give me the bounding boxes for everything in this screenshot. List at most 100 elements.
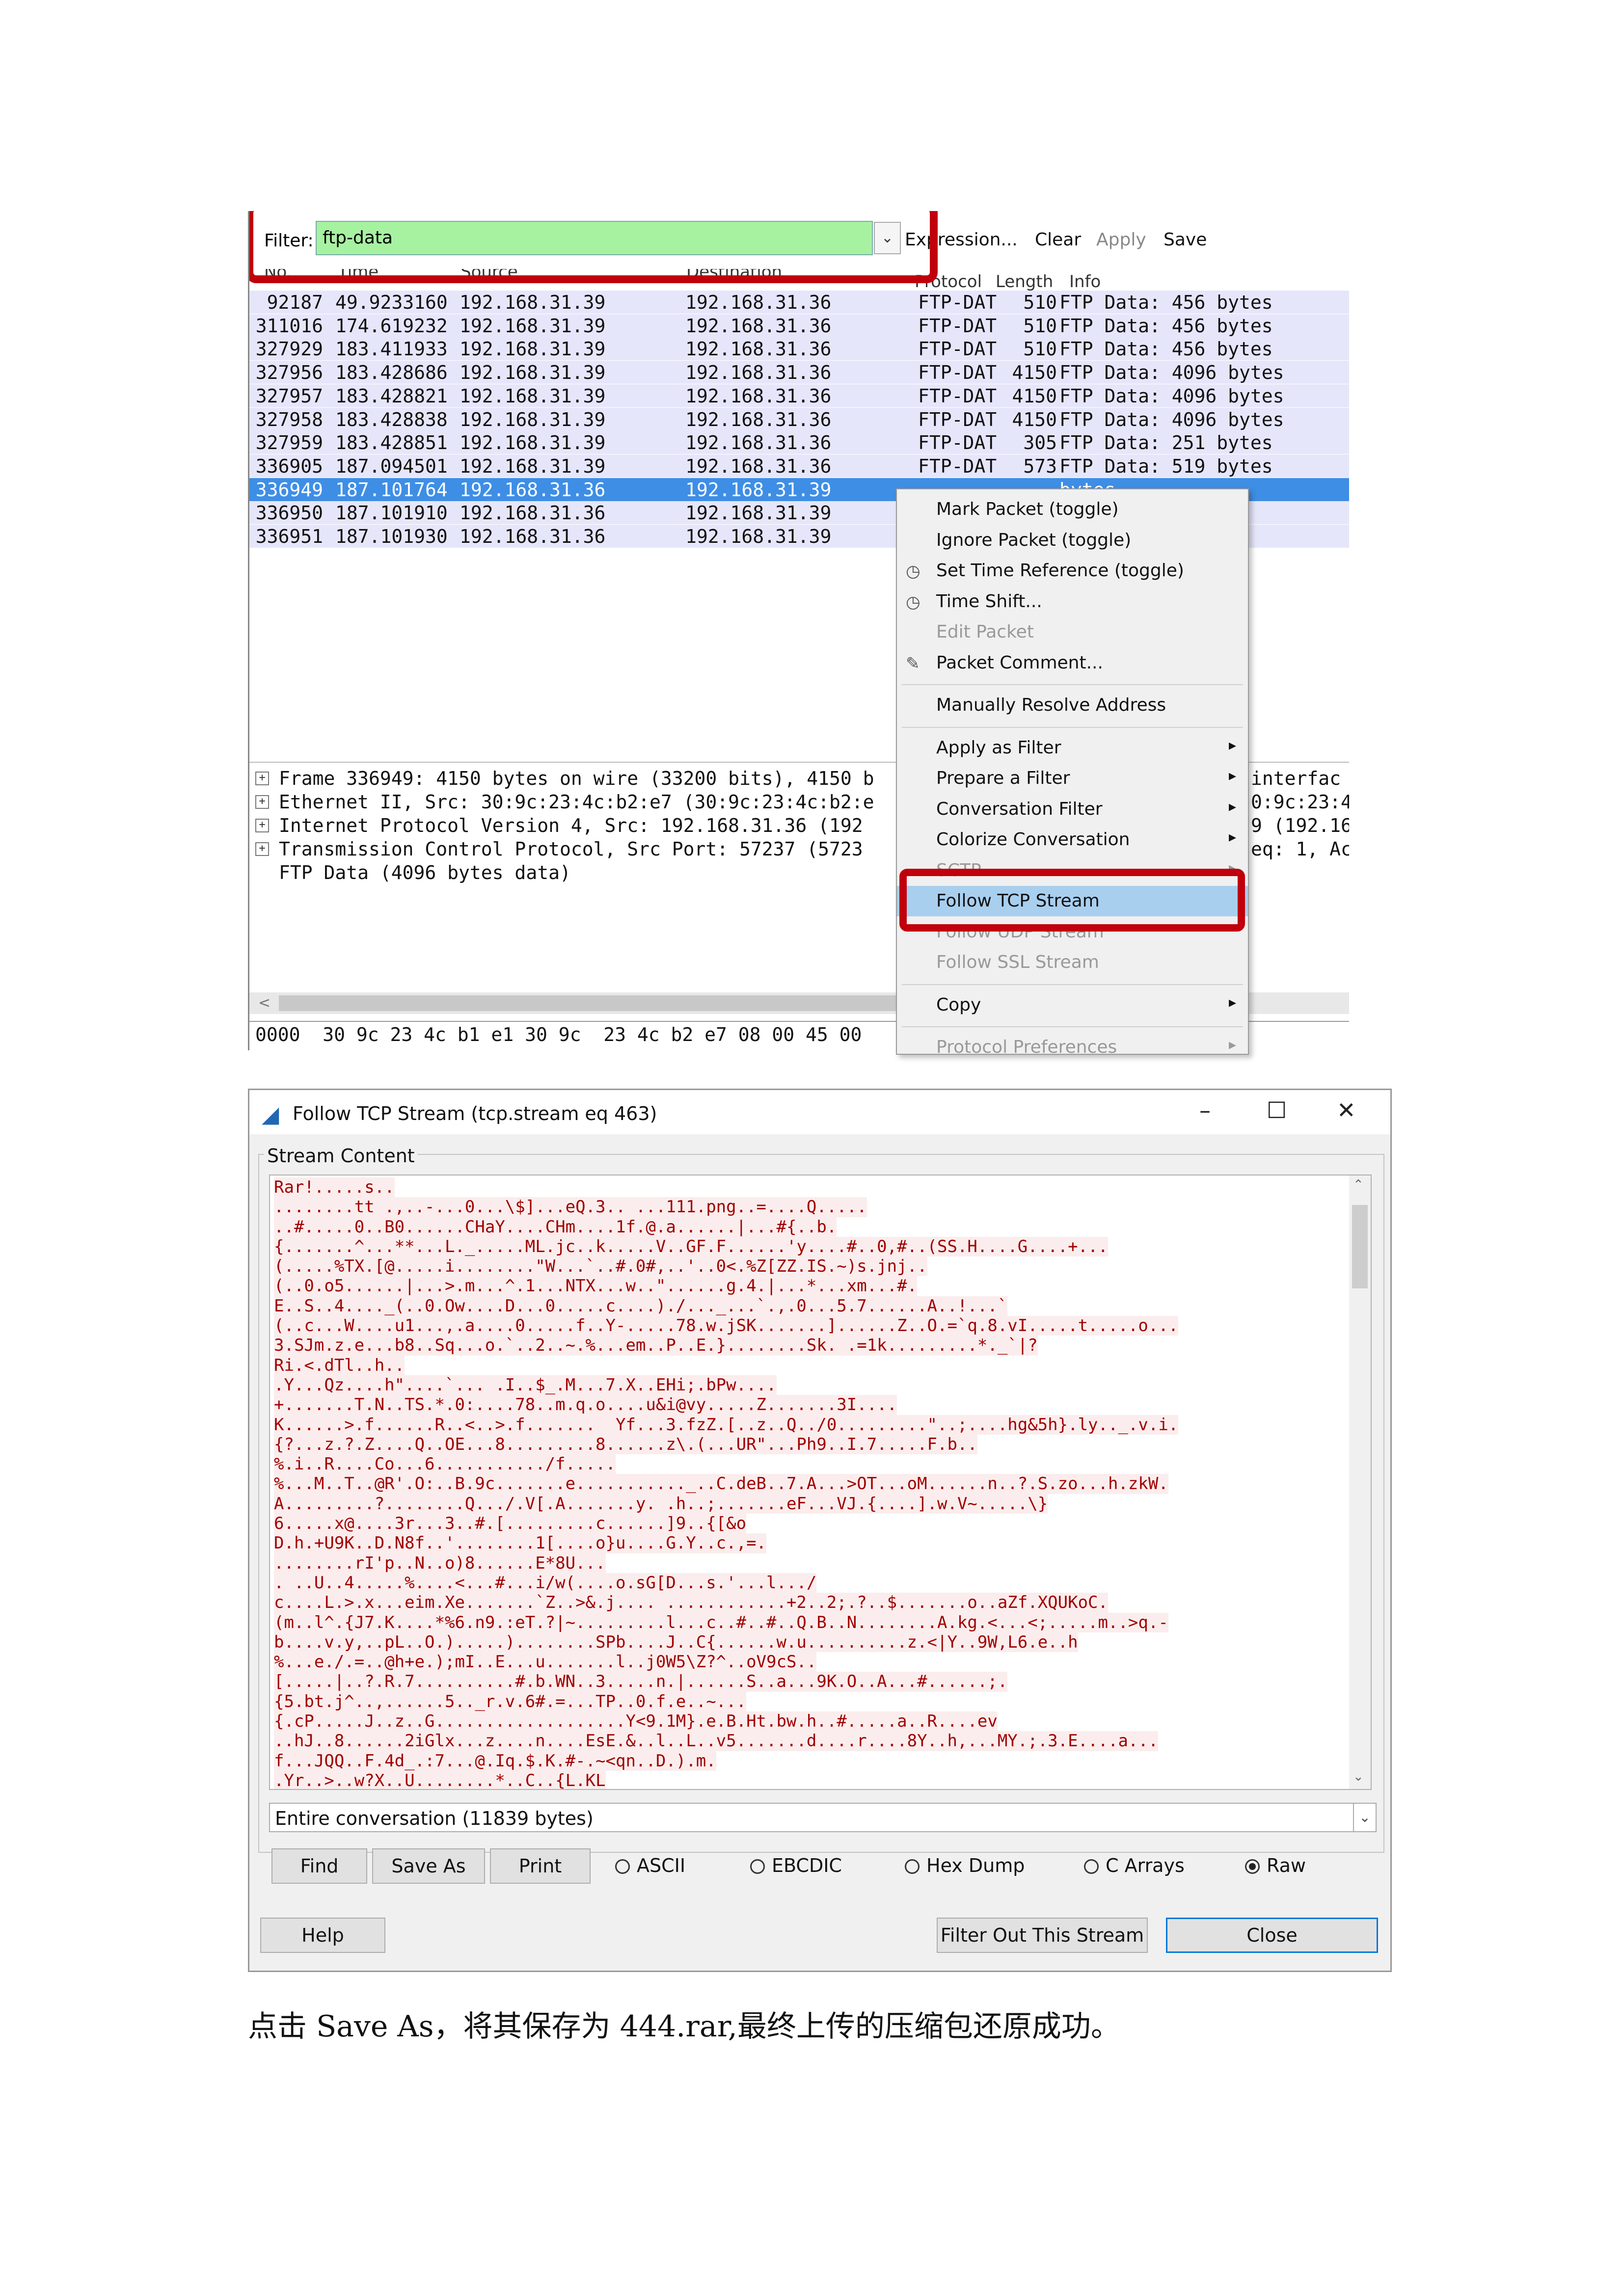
menu-item-follow-ssl-stream[interactable]: Follow SSL Stream [897, 947, 1248, 978]
stream-line: Rar!.....s.. [274, 1177, 395, 1198]
close-window-button[interactable]: ✕ [1337, 1097, 1356, 1123]
save-filter-button[interactable]: Save [1164, 230, 1207, 250]
packet-row[interactable]: 92187 49.9233160 192.168.31.39 192.168.31.3… [249, 291, 1349, 314]
packet-cell-dst: 192.168.31.36 [685, 385, 832, 407]
radio-raw[interactable]: Raw [1245, 1855, 1306, 1876]
radio-label: EBCDIC [772, 1855, 842, 1876]
save-as-button[interactable]: Save As [372, 1848, 485, 1884]
menu-item-mark-packet-toggle[interactable]: Mark Packet (toggle) [897, 494, 1248, 525]
maximize-button[interactable]: ☐ [1267, 1097, 1287, 1123]
expand-icon[interactable]: + [255, 795, 269, 809]
menu-item-conversation-filter[interactable]: Conversation Filter ▸ [897, 794, 1248, 825]
menu-item-label: Time Shift... [936, 591, 1042, 612]
packet-cell-no: 311016 [255, 315, 323, 337]
menu-item-protocol-preferences[interactable]: Protocol Preferences ▸ [897, 1032, 1248, 1054]
menu-item-copy[interactable]: Copy ▸ [897, 990, 1248, 1020]
document-caption: 点击 Save As，将其保存为 444.rar,最终上传的压缩包还原成功。 [248, 2009, 1120, 2044]
packet-cell-dst: 192.168.31.36 [685, 315, 832, 337]
radio-circle-icon[interactable] [1084, 1859, 1099, 1874]
menu-item-edit-packet[interactable]: Edit Packet [897, 617, 1248, 647]
packet-row[interactable]: 311016 174.619232 192.168.31.39 192.168.31.… [249, 314, 1349, 337]
radio-circle-icon[interactable] [905, 1859, 920, 1874]
apply-button[interactable]: Apply [1096, 230, 1146, 250]
packet-cell-src: 192.168.31.36 [460, 502, 606, 524]
packet-cell-no: 327959 [255, 432, 323, 454]
radio-label: C Arrays [1106, 1855, 1185, 1876]
chevron-up-icon[interactable]: ⌃ [1353, 1177, 1364, 1192]
menu-item-ignore-packet-toggle[interactable]: Ignore Packet (toggle) [897, 525, 1248, 556]
clear-button[interactable]: Clear [1035, 230, 1081, 250]
conversation-select[interactable]: Entire conversation (11839 bytes) [269, 1803, 1354, 1832]
packet-cell-info: FTP Data: 456 bytes [1059, 338, 1273, 360]
help-button[interactable]: Help [260, 1918, 385, 1953]
packet-cell-info: FTP Data: 456 bytes [1059, 292, 1273, 313]
packet-cell-dst: 192.168.31.36 [685, 338, 832, 360]
packet-cell-len: 510 [1023, 338, 1057, 360]
menu-item-packet-comment[interactable]: ✎ Packet Comment... [897, 648, 1248, 678]
packet-cell-src: 192.168.31.39 [460, 385, 606, 407]
chevron-down-icon: ⌄ [1359, 1809, 1371, 1825]
print-button[interactable]: Print [490, 1848, 591, 1884]
submenu-arrow-icon: ▸ [1228, 798, 1236, 815]
stream-line: ........tt .,..-...0...\$]...eQ.3.. ...1… [274, 1197, 867, 1217]
packet-row[interactable]: 327958 183.428838 192.168.31.39 192.168.31.… [249, 407, 1349, 431]
packet-cell-src: 192.168.31.39 [460, 292, 606, 313]
filter-out-stream-button[interactable]: Filter Out This Stream [937, 1918, 1148, 1953]
radio-ebcdic[interactable]: EBCDIC [750, 1855, 842, 1876]
packet-cell-no: 327929 [255, 338, 323, 360]
scrollbar-thumb[interactable] [279, 995, 917, 1011]
radio-circle-icon[interactable] [615, 1859, 630, 1874]
radio-circle-icon[interactable] [750, 1859, 765, 1874]
minimize-button[interactable]: – [1199, 1097, 1211, 1123]
menu-item-prepare-a-filter[interactable]: Prepare a Filter ▸ [897, 763, 1248, 794]
detail-text-tail: 9 (192.16 [1251, 815, 1349, 836]
expand-icon[interactable]: + [255, 819, 269, 832]
vertical-scrollbar[interactable]: ⌃ ⌄ [1349, 1175, 1372, 1790]
expand-icon[interactable]: + [255, 772, 269, 785]
packet-cell-time: 49.9233160 [335, 292, 448, 313]
context-menu: Mark Packet (toggle) Ignore Packet (toggl… [896, 488, 1249, 1055]
stream-line: Ri.<.dTl..h.. [274, 1355, 405, 1375]
packet-row[interactable]: 327959 183.428851 192.168.31.39 192.168.31.… [249, 431, 1349, 454]
packet-cell-dst: 192.168.31.39 [685, 502, 832, 524]
packet-row[interactable]: 327929 183.411933 192.168.31.39 192.168.31.… [249, 337, 1349, 361]
chevron-down-icon[interactable]: ⌄ [1353, 1769, 1364, 1784]
packet-cell-proto: FTP-DAT [918, 338, 997, 360]
radio-c-arrays[interactable]: C Arrays [1084, 1855, 1185, 1876]
packet-cell-dst: 192.168.31.36 [685, 292, 832, 313]
packet-cell-proto: FTP-DAT [918, 385, 997, 407]
radio-ascii[interactable]: ASCII [615, 1855, 685, 1876]
packet-cell-src: 192.168.31.39 [460, 432, 606, 454]
submenu-arrow-icon: ▸ [1228, 767, 1236, 784]
stream-line: ........rI'p..N..o)8......E*8U... [274, 1553, 606, 1573]
close-button[interactable]: Close [1166, 1918, 1378, 1953]
menu-item-manually-resolve-address[interactable]: Manually Resolve Address [897, 690, 1248, 721]
clock-icon: ◷ [906, 561, 920, 581]
menu-item-set-time-reference-toggle[interactable]: ◷ Set Time Reference (toggle) [897, 556, 1248, 586]
packet-cell-src: 192.168.31.39 [460, 455, 606, 477]
stream-content-text[interactable]: Rar!.....s.. ........tt .,..-...0...\$].… [269, 1175, 1351, 1790]
packet-cell-time: 187.101764 [335, 479, 448, 501]
packet-cell-src: 192.168.31.39 [460, 408, 606, 430]
radio-circle-icon[interactable] [1245, 1859, 1260, 1874]
expand-icon[interactable]: + [255, 842, 269, 856]
detail-text-tail: 0:9c:23:4 [1251, 791, 1349, 813]
stream-line: D.h.+U9K..D.N8f..'........1[....o}u....G… [274, 1533, 767, 1553]
stream-line: .Yr..>..w?X..U........*..C..{L.KL [274, 1770, 606, 1790]
radio-hex-dump[interactable]: Hex Dump [905, 1855, 1025, 1876]
column-info[interactable]: Info [1069, 272, 1101, 291]
packet-row[interactable]: 327956 183.428686 192.168.31.39 192.168.31.… [249, 361, 1349, 384]
column-length[interactable]: Length [996, 272, 1053, 291]
menu-item-colorize-conversation[interactable]: Colorize Conversation ▸ [897, 825, 1248, 855]
menu-item-label: Ignore Packet (toggle) [936, 530, 1132, 550]
chevron-left-icon[interactable]: < [258, 994, 271, 1012]
conversation-dropdown-button[interactable]: ⌄ [1353, 1803, 1377, 1832]
packet-cell-no: 336949 [255, 479, 323, 501]
packet-row[interactable]: 327957 183.428821 192.168.31.39 192.168.31.… [249, 384, 1349, 407]
find-button[interactable]: Find [271, 1848, 367, 1884]
scrollbar-thumb[interactable] [1352, 1205, 1368, 1288]
menu-item-time-shift[interactable]: ◷ Time Shift... [897, 587, 1248, 617]
menu-separator [902, 984, 1243, 985]
packet-row[interactable]: 336905 187.094501 192.168.31.39 192.168.31.… [249, 454, 1349, 478]
menu-item-apply-as-filter[interactable]: Apply as Filter ▸ [897, 733, 1248, 763]
